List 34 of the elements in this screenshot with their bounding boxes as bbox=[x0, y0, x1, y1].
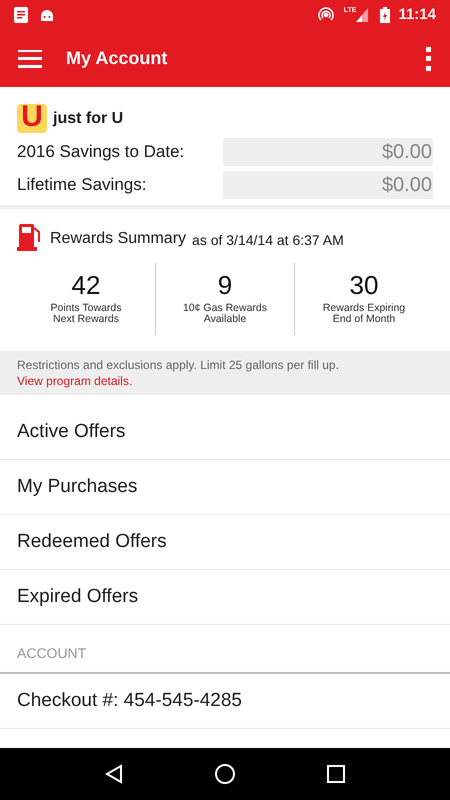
signal-icon bbox=[356, 8, 368, 22]
savings-label: Lifetime Savings: bbox=[17, 174, 148, 196]
account-list-item[interactable]: Checkout #: 454-545-4285 bbox=[0, 674, 450, 729]
menu-button[interactable] bbox=[18, 50, 42, 68]
notification-icon bbox=[14, 7, 28, 23]
stat-value: 9 bbox=[218, 269, 232, 301]
savings-value: $0.00 bbox=[223, 138, 433, 166]
clock: 11:14 bbox=[398, 4, 436, 25]
menu-list-item[interactable]: Active Offers bbox=[0, 405, 450, 460]
menu-list-item[interactable]: Expired Offers bbox=[0, 570, 450, 625]
program-logo: U bbox=[17, 104, 47, 133]
stat-value: 42 bbox=[72, 269, 100, 301]
back-icon[interactable] bbox=[105, 764, 124, 784]
note-text: Restrictions and exclusions apply. Limit 25 gallons per fill up. bbox=[17, 357, 340, 373]
stat-label: Points Towards Next Rewards bbox=[50, 303, 122, 327]
stat-label: Rewards Expiring End of Month bbox=[322, 303, 406, 327]
more-options-button[interactable] bbox=[424, 46, 432, 70]
rewards-date: as of 3/14/14 at 6:37 AM bbox=[192, 231, 344, 250]
screen-title: My Account bbox=[66, 47, 168, 70]
menu-list-item[interactable]: Redeemed Offers bbox=[0, 515, 450, 570]
recents-icon[interactable] bbox=[326, 765, 345, 783]
rewards-title: Rewards Summary bbox=[50, 229, 186, 249]
hotspot-icon bbox=[318, 7, 334, 23]
battery-icon bbox=[380, 7, 390, 23]
program-name: just for U bbox=[53, 108, 124, 128]
savings-label: 2016 Savings to Date: bbox=[17, 141, 186, 164]
menu-list-item[interactable]: My Purchases bbox=[0, 460, 450, 515]
savings-value: $0.00 bbox=[223, 171, 433, 199]
home-icon[interactable] bbox=[214, 763, 236, 785]
section-header: ACCOUNT bbox=[17, 644, 86, 662]
stat-label: 10¢ Gas Rewards Available bbox=[182, 303, 268, 327]
program-details-link[interactable]: View program details. bbox=[17, 373, 132, 389]
stat-value: 30 bbox=[350, 269, 378, 301]
android-icon bbox=[40, 8, 54, 22]
